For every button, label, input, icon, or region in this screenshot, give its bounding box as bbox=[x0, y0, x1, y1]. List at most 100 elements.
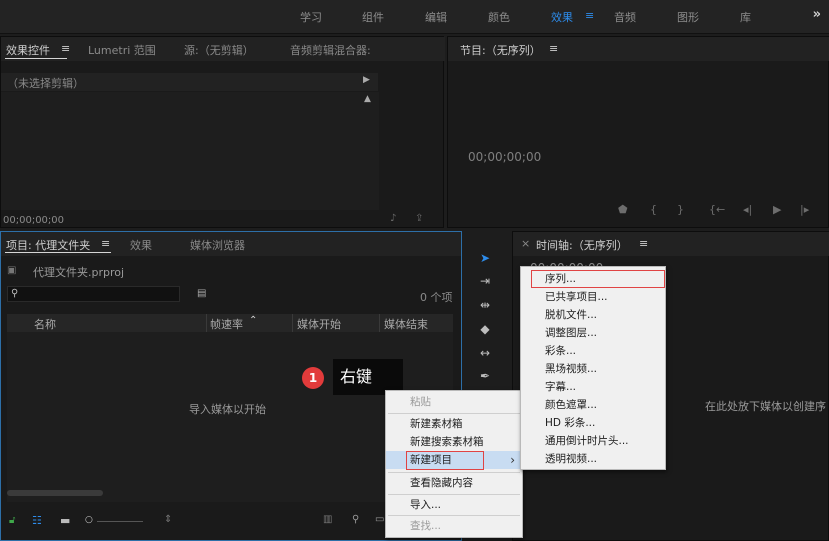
workspace-menu-icon[interactable]: ≡ bbox=[585, 9, 594, 22]
highlight-box-new-item bbox=[406, 451, 484, 470]
new-bin-icon[interactable]: ▭ bbox=[375, 514, 384, 525]
keyframe-area: ▲ bbox=[1, 92, 379, 210]
program-title[interactable]: 节目:（无序列） bbox=[460, 42, 541, 58]
tab-audio-clip-mixer[interactable]: 音频剪辑混合器: bbox=[290, 42, 371, 58]
panel-menu-icon[interactable]: ≡ bbox=[549, 42, 558, 55]
zoom-slider-track[interactable] bbox=[97, 521, 143, 522]
export-icon[interactable]: ⇪ bbox=[415, 213, 423, 224]
tab-effects[interactable]: 效果 bbox=[130, 237, 152, 253]
column-frame-rate[interactable]: 帧速率 bbox=[210, 316, 243, 332]
menu-item-paste[interactable]: 粘贴 bbox=[386, 393, 522, 411]
column-header-row: 名称 帧速率 ⌃ 媒体开始 媒体结束 bbox=[7, 314, 453, 332]
menu-item-find[interactable]: 查找... bbox=[386, 517, 522, 535]
column-media-end[interactable]: 媒体结束 bbox=[384, 316, 428, 332]
pen-tool-icon[interactable]: ✒ bbox=[474, 366, 496, 386]
timeline-title[interactable]: 时间轴:（无序列） bbox=[536, 237, 628, 253]
list-view-icon[interactable]: ☷ bbox=[32, 514, 42, 527]
automate-to-sequence-icon[interactable]: ▥ bbox=[323, 514, 332, 525]
menu-item-import[interactable]: 导入... bbox=[386, 496, 522, 514]
workspace-tab-assembly[interactable]: 组件 bbox=[362, 9, 384, 25]
submenu-arrow-icon: › bbox=[510, 453, 515, 467]
menu-separator bbox=[388, 494, 520, 495]
tab-source[interactable]: 源:（无剪辑） bbox=[184, 42, 254, 58]
menu-item-show-hidden[interactable]: 查看隐藏内容 bbox=[386, 474, 522, 492]
icon-view-icon[interactable]: ▬ bbox=[60, 514, 70, 527]
step-badge: 1 bbox=[302, 367, 324, 389]
razor-tool-icon[interactable]: ◆ bbox=[474, 319, 496, 339]
submenu-item-bars-tone[interactable]: 彩条... bbox=[521, 342, 665, 360]
project-file-name: 代理文件夹.prproj bbox=[33, 266, 125, 279]
submenu-item-hd-bars[interactable]: HD 彩条... bbox=[521, 414, 665, 432]
no-clip-label: （未选择剪辑） bbox=[7, 77, 84, 90]
submenu-item-adjustment-layer[interactable]: 调整图层... bbox=[521, 324, 665, 342]
transport-controls: ⬟ { } {← ◂| ▶ |▸ bbox=[613, 203, 823, 219]
drop-hint: 在此处放下媒体以创建序 bbox=[705, 400, 826, 413]
menu-separator bbox=[388, 515, 520, 516]
workspace-tab-editing[interactable]: 编辑 bbox=[425, 9, 447, 25]
workspace-tab-libraries[interactable]: 库 bbox=[740, 9, 751, 25]
mark-in-icon[interactable]: { bbox=[650, 203, 657, 216]
submenu-item-shared-project[interactable]: 已共享项目... bbox=[521, 288, 665, 306]
play-icon[interactable]: ▶ bbox=[773, 203, 781, 216]
sort-icon[interactable]: ⇕ bbox=[164, 514, 172, 525]
workspace-tab-graphics[interactable]: 图形 bbox=[677, 9, 699, 25]
column-divider bbox=[206, 314, 207, 332]
menu-item-new-search-bin[interactable]: 新建搜索素材箱 bbox=[386, 433, 522, 451]
workspace-tab-audio[interactable]: 音频 bbox=[614, 9, 636, 25]
submenu-item-captions[interactable]: 字幕... bbox=[521, 378, 665, 396]
overflow-icon[interactable]: » bbox=[813, 7, 821, 22]
effect-timecode: 00;00;00;00 bbox=[3, 215, 65, 226]
search-input[interactable]: ⚲ bbox=[7, 286, 180, 302]
lock-icon[interactable]: 🔓︎ bbox=[9, 515, 15, 526]
submenu-item-color-matte[interactable]: 颜色遮罩... bbox=[521, 396, 665, 414]
effect-controls-panel: 效果控件 ≡ Lumetri 范围 源:（无剪辑） 音频剪辑混合器: （未选择剪… bbox=[0, 36, 445, 228]
highlight-box-sequence bbox=[531, 270, 665, 288]
go-to-in-icon[interactable]: {← bbox=[709, 203, 725, 216]
program-monitor-panel: 节目:（无序列） ≡ 00;00;00;00 ⬟ { } {← ◂| ▶ |▸ bbox=[447, 36, 829, 228]
submenu-item-countdown-leader[interactable]: 通用倒计时片头... bbox=[521, 432, 665, 450]
menu-item-new-bin[interactable]: 新建素材箱 bbox=[386, 415, 522, 433]
program-timecode: 00;00;00;00 bbox=[468, 150, 542, 164]
new-item-submenu: 序列... 已共享项目... 脱机文件... 调整图层... 彩条... 黑场视… bbox=[520, 266, 666, 470]
scroll-up-icon[interactable]: ▲ bbox=[364, 94, 371, 104]
panel-menu-icon[interactable]: ≡ bbox=[639, 237, 648, 250]
panel-menu-icon[interactable]: ≡ bbox=[61, 42, 70, 55]
step-back-icon[interactable]: ◂| bbox=[743, 203, 752, 216]
new-bin-from-search-icon[interactable]: ▤ bbox=[197, 288, 206, 299]
play-arrow-icon[interactable]: ▶ bbox=[363, 75, 370, 85]
submenu-item-transparent-video[interactable]: 透明视频... bbox=[521, 450, 665, 468]
slip-tool-icon[interactable]: ↔ bbox=[474, 343, 496, 363]
workspace-tab-effects[interactable]: 效果 bbox=[551, 9, 573, 25]
close-icon[interactable]: × bbox=[521, 237, 530, 250]
workspace-tab-color[interactable]: 颜色 bbox=[488, 9, 510, 25]
tab-project[interactable]: 项目: 代理文件夹 bbox=[6, 237, 90, 253]
active-tab-underline bbox=[5, 252, 111, 253]
search-icon: ⚲ bbox=[11, 288, 19, 299]
submenu-item-offline-file[interactable]: 脱机文件... bbox=[521, 306, 665, 324]
panel-menu-icon[interactable]: ≡ bbox=[101, 237, 110, 250]
audio-icon[interactable]: ♪ bbox=[390, 213, 396, 224]
context-menu: 粘贴 新建素材箱 新建搜索素材箱 新建项目 › 查看隐藏内容 导入... 查找.… bbox=[385, 390, 523, 538]
sort-ascending-icon[interactable]: ⌃ bbox=[249, 315, 257, 326]
project-file-icon: ▣ bbox=[7, 265, 17, 276]
step-forward-icon[interactable]: |▸ bbox=[800, 203, 809, 216]
column-name[interactable]: 名称 bbox=[34, 316, 56, 332]
track-select-icon[interactable]: ⇥ bbox=[474, 271, 496, 291]
selection-tool-icon[interactable]: ➤ bbox=[474, 248, 496, 268]
tab-media-browser[interactable]: 媒体浏览器 bbox=[190, 237, 245, 253]
ripple-edit-icon[interactable]: ⇹ bbox=[474, 295, 496, 315]
column-media-start[interactable]: 媒体开始 bbox=[297, 316, 341, 332]
workspace-bar: 学习 组件 编辑 颜色 效果 ≡ 音频 图形 库 » bbox=[0, 0, 829, 34]
workspace-tab-learn[interactable]: 学习 bbox=[300, 9, 322, 25]
item-count: 0 个项 bbox=[420, 291, 453, 304]
clip-row: （未选择剪辑） ▶ bbox=[1, 73, 378, 91]
marker-icon[interactable]: ⬟ bbox=[618, 203, 628, 216]
submenu-item-black-video[interactable]: 黑场视频... bbox=[521, 360, 665, 378]
tab-lumetri-scopes[interactable]: Lumetri 范围 bbox=[88, 42, 156, 58]
find-icon[interactable]: ⚲ bbox=[352, 514, 359, 525]
tab-effect-controls[interactable]: 效果控件 bbox=[6, 42, 50, 58]
zoom-slider-handle[interactable]: ○ bbox=[85, 515, 93, 525]
horizontal-scrollbar[interactable] bbox=[7, 490, 103, 496]
mark-out-icon[interactable]: } bbox=[677, 203, 684, 216]
active-tab-underline bbox=[5, 58, 67, 59]
